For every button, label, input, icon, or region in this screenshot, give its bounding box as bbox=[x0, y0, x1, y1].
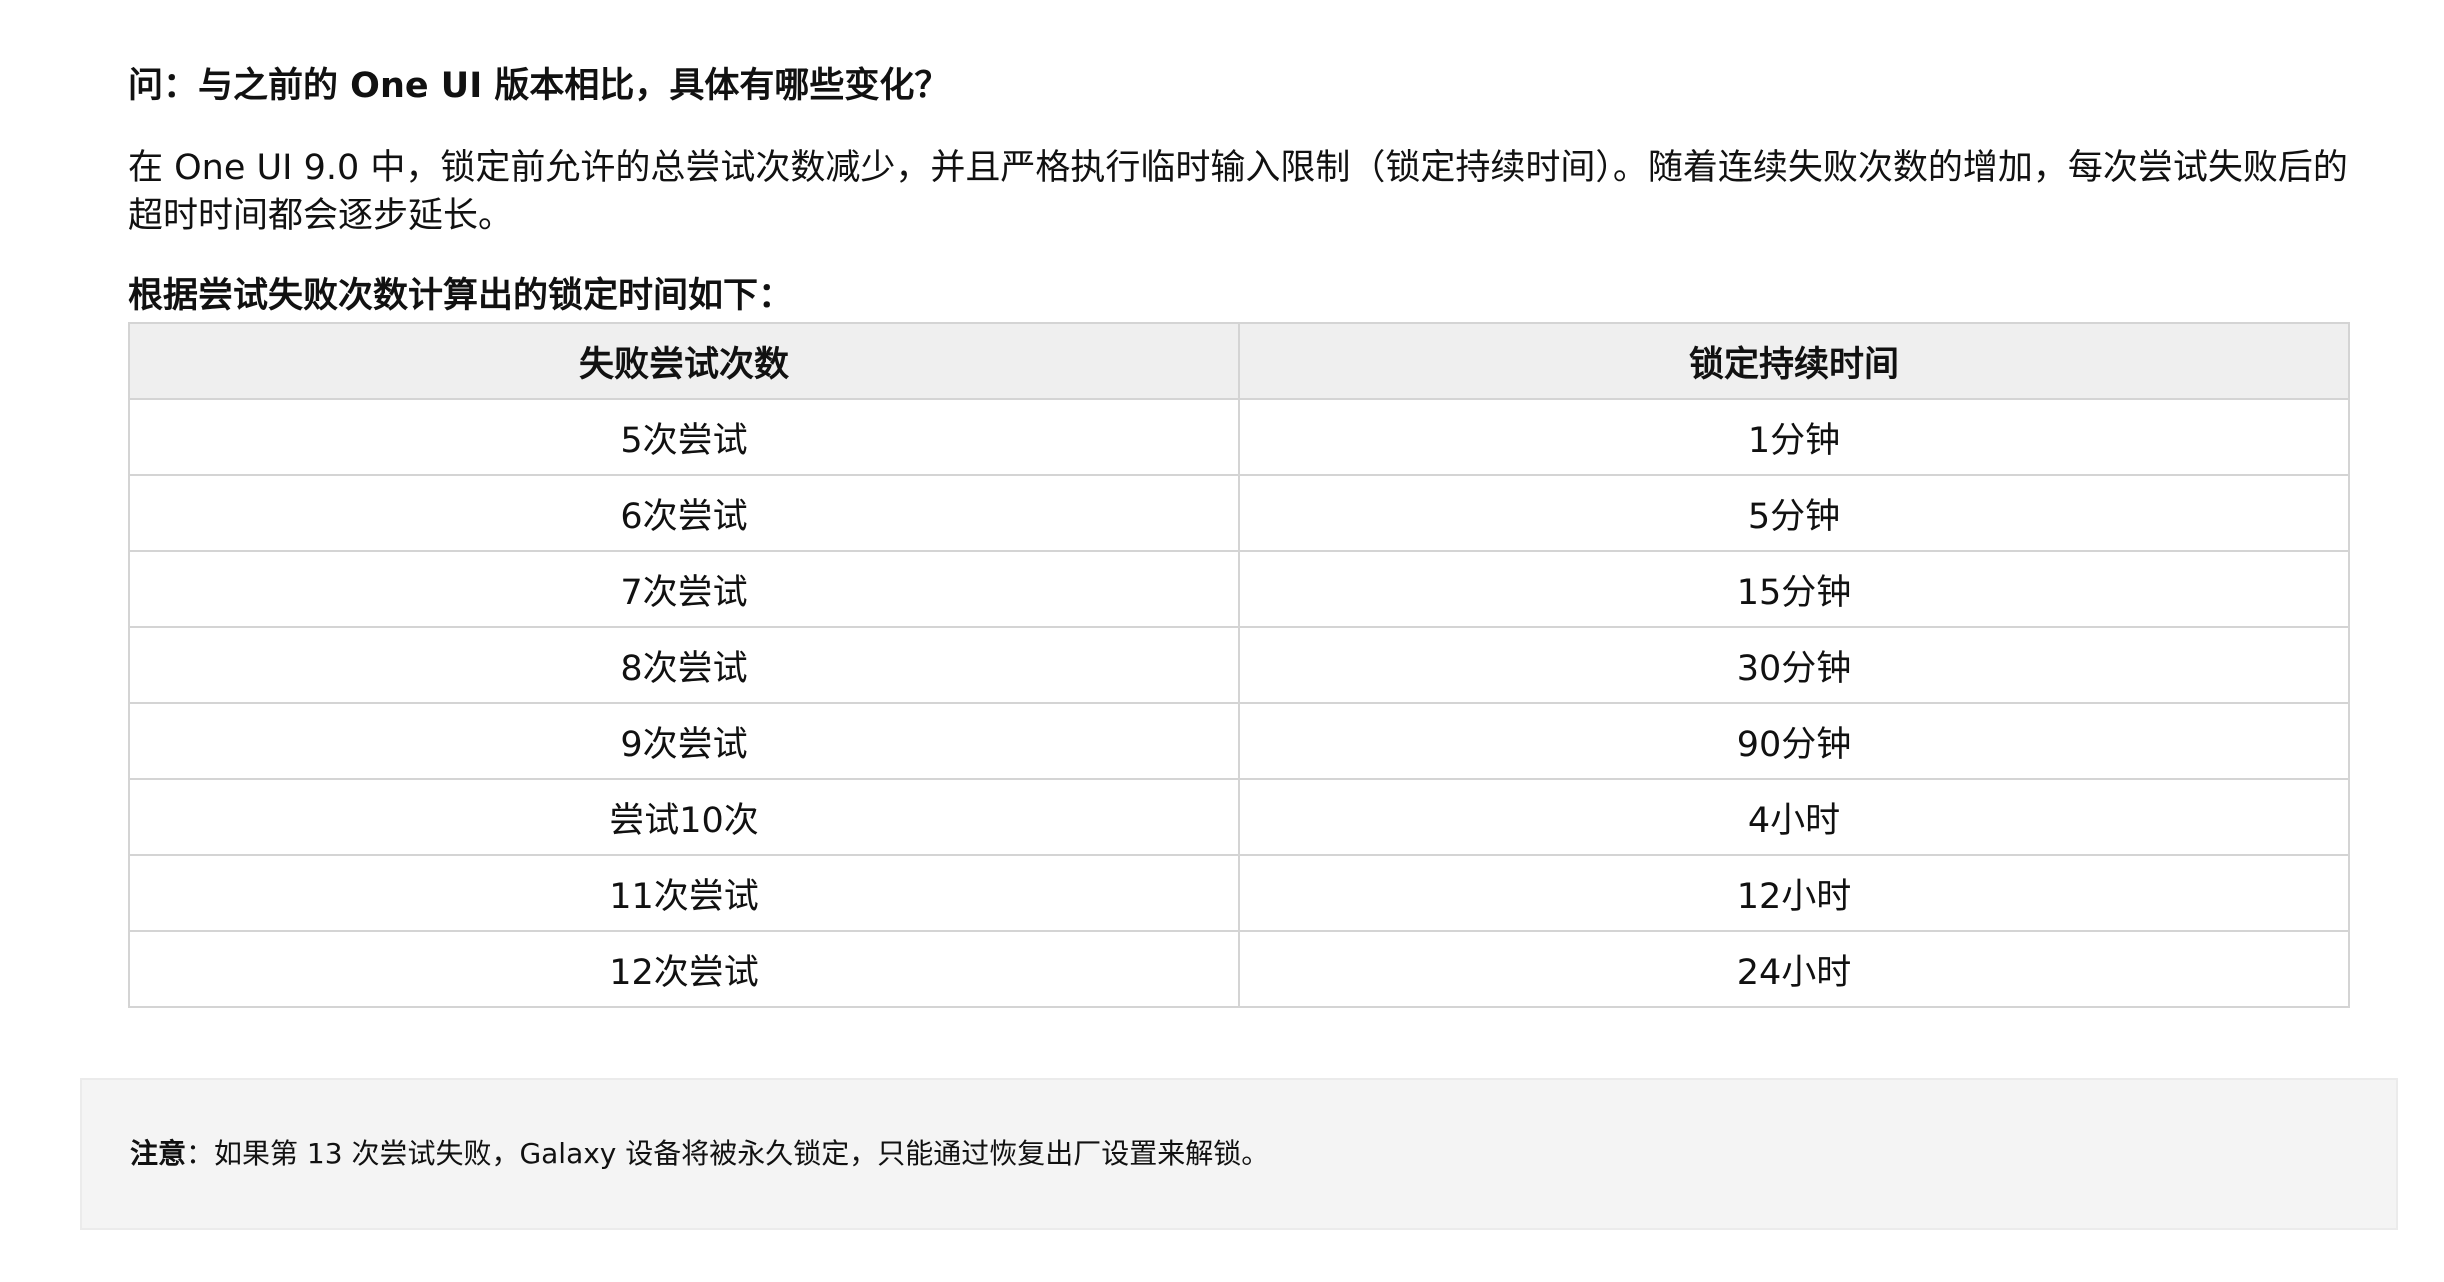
attempts-cell: 8次尝试 bbox=[128, 626, 1240, 704]
attempts-cell: 尝试10次 bbox=[128, 778, 1240, 856]
duration-cell: 90分钟 bbox=[1238, 702, 2350, 780]
attempts-cell: 5次尝试 bbox=[128, 398, 1240, 476]
duration-cell: 15分钟 bbox=[1238, 550, 2350, 628]
attempts-cell: 7次尝试 bbox=[128, 550, 1240, 628]
faq-answer: 在 One UI 9.0 中，锁定前允许的总尝试次数减少，并且严格执行临时输入限… bbox=[128, 148, 2348, 236]
duration-cell: 5分钟 bbox=[1238, 474, 2350, 552]
table-row: 7次尝试 15分钟 bbox=[128, 550, 2350, 628]
header-lockout-duration: 锁定持续时间 bbox=[1238, 322, 2350, 400]
table-row: 11次尝试 12小时 bbox=[128, 854, 2350, 932]
duration-cell: 12小时 bbox=[1238, 854, 2350, 932]
note-box: 注意：如果第 13 次尝试失败，Galaxy 设备将被永久锁定，只能通过恢复出厂… bbox=[80, 1078, 2398, 1230]
attempts-cell: 11次尝试 bbox=[128, 854, 1240, 932]
lockout-table: 失败尝试次数 锁定持续时间 5次尝试 1分钟 6次尝试 5分钟 7次尝试 15分… bbox=[128, 322, 2350, 1008]
table-row: 8次尝试 30分钟 bbox=[128, 626, 2350, 704]
attempts-cell: 12次尝试 bbox=[128, 930, 1240, 1008]
duration-cell: 30分钟 bbox=[1238, 626, 2350, 704]
attempts-cell: 6次尝试 bbox=[128, 474, 1240, 552]
table-row: 5次尝试 1分钟 bbox=[128, 398, 2350, 476]
table-row: 12次尝试 24小时 bbox=[128, 930, 2350, 1008]
table-header-row: 失败尝试次数 锁定持续时间 bbox=[128, 322, 2350, 400]
note-label: 注意 bbox=[130, 1137, 187, 1170]
duration-cell: 1分钟 bbox=[1238, 398, 2350, 476]
table-row: 尝试10次 4小时 bbox=[128, 778, 2350, 856]
faq-question: 问：与之前的 One UI 版本相比，具体有哪些变化？ bbox=[128, 66, 950, 106]
duration-cell: 4小时 bbox=[1238, 778, 2350, 856]
duration-cell: 24小时 bbox=[1238, 930, 2350, 1008]
note-text: 注意：如果第 13 次尝试失败，Galaxy 设备将被永久锁定，只能通过恢复出厂… bbox=[130, 1134, 1269, 1174]
note-body: ：如果第 13 次尝试失败，Galaxy 设备将被永久锁定，只能通过恢复出厂设置… bbox=[186, 1137, 1270, 1170]
table-row: 9次尝试 90分钟 bbox=[128, 702, 2350, 780]
table-row: 6次尝试 5分钟 bbox=[128, 474, 2350, 552]
header-failed-attempts: 失败尝试次数 bbox=[128, 322, 1240, 400]
attempts-cell: 9次尝试 bbox=[128, 702, 1240, 780]
table-caption: 根据尝试失败次数计算出的锁定时间如下： bbox=[128, 276, 794, 316]
